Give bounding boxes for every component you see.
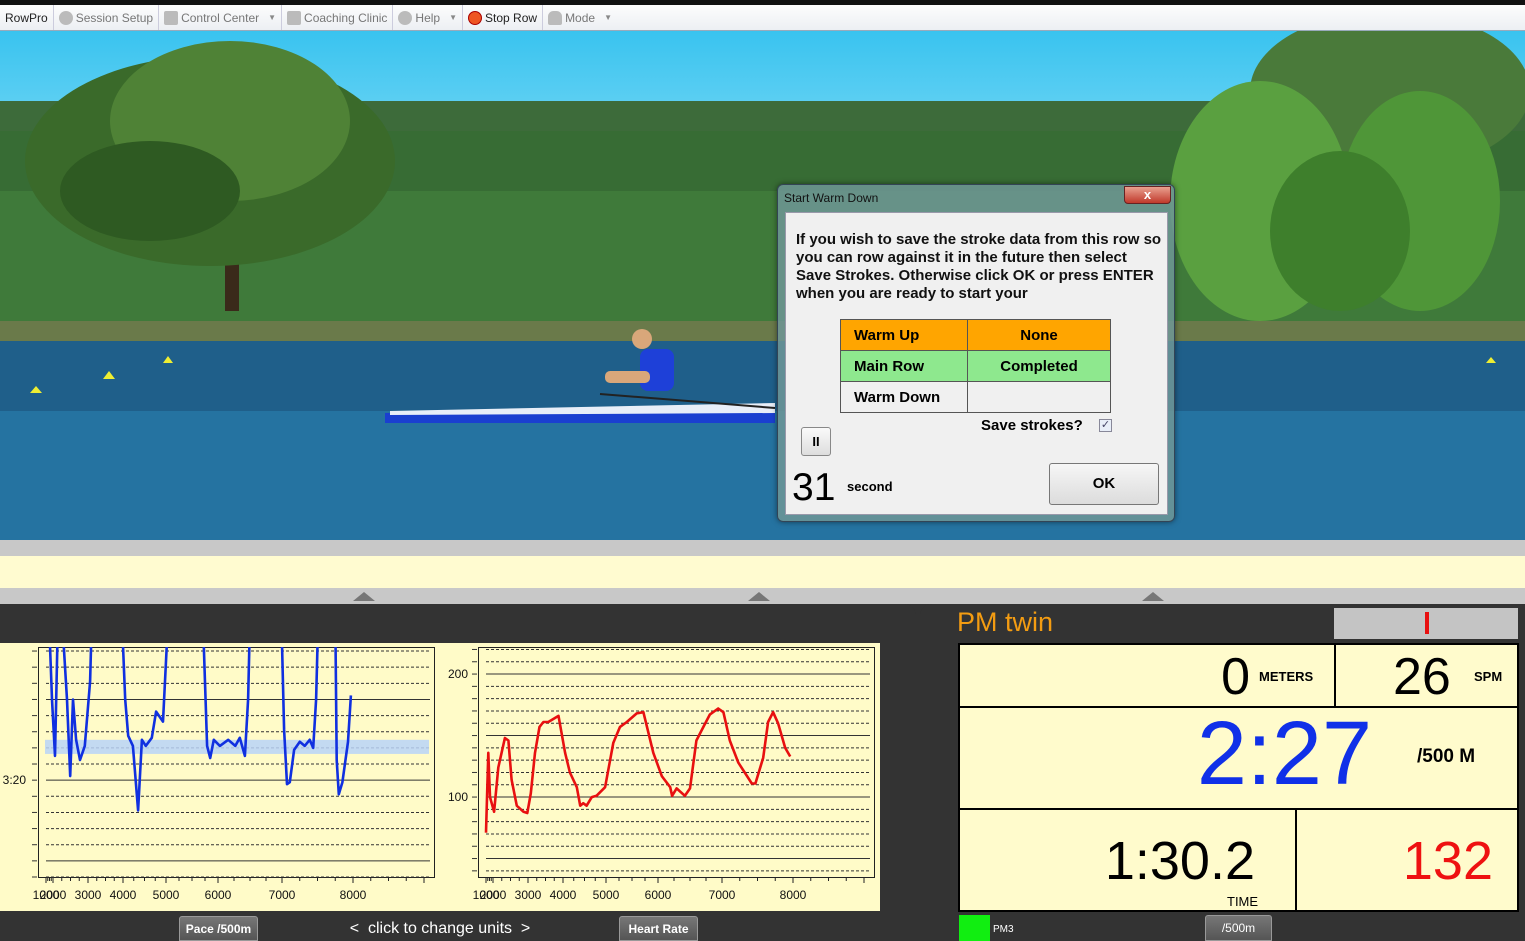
- dialog-body: If you wish to save the stroke data from…: [785, 212, 1168, 515]
- toolbar: RowPro Session Setup Control Center ▼ Coa…: [0, 5, 1525, 31]
- help-icon: [398, 10, 413, 25]
- message-strip: [0, 556, 1525, 588]
- time-cell: 1:30.2 TIME: [958, 808, 1297, 912]
- monitor-title: PM twin: [957, 607, 1054, 637]
- session-phase-table: Warm Up None Main Row Completed Warm Down: [840, 319, 1111, 413]
- start-warm-down-dialog: Start Warm Down x If you wish to save th…: [777, 184, 1175, 522]
- x-tick-label: 3000: [75, 888, 102, 902]
- rate-unit: SPM: [1474, 669, 1503, 684]
- pace-cell: 2:27 /500 M: [958, 704, 1519, 810]
- rowing-scene: [0, 31, 1525, 540]
- position-marker: [1425, 612, 1429, 634]
- chevron-down-icon: ▼: [449, 13, 458, 22]
- gear-icon: [58, 10, 73, 25]
- pace-unit: /500 M: [1417, 746, 1476, 767]
- water-reflection: [0, 411, 1525, 540]
- stop-row-button[interactable]: Stop Row: [463, 5, 544, 30]
- plot-frame: [478, 647, 875, 878]
- x-tick-label: 2000: [40, 888, 67, 902]
- app-name: RowPro: [0, 5, 54, 30]
- distance-cell: 0 METERS: [958, 643, 1336, 708]
- distance-value: 0: [1221, 648, 1250, 706]
- x-tick-label: 8000: [780, 888, 807, 902]
- phase-label: Warm Down: [840, 381, 968, 413]
- river-bank: [0, 321, 1525, 343]
- pace-value: 2:27: [1196, 704, 1372, 804]
- rate-cell: 26 SPM: [1334, 643, 1519, 708]
- coaching-icon: [287, 10, 302, 25]
- help-button[interactable]: Help ▼: [393, 5, 464, 30]
- x-tick-label: 7000: [269, 888, 296, 902]
- plot-frame: [38, 647, 435, 878]
- expand-arrow-icon[interactable]: [748, 592, 770, 601]
- x-tick-label: 4000: [550, 888, 577, 902]
- chevron-down-icon: ▼: [268, 13, 277, 22]
- phase-status: [967, 381, 1111, 413]
- heart-rate-series-line: [484, 707, 792, 833]
- chart-1: 20010010002000 3000 4000 5000 6000 7000 8000: [448, 647, 875, 902]
- pace-series-line: [48, 647, 353, 812]
- person-icon: [548, 10, 563, 25]
- connection-status-indicator: [959, 915, 990, 941]
- ok-button[interactable]: OK: [1049, 463, 1159, 505]
- time-value: 1:30.2: [1104, 831, 1255, 891]
- countdown-unit: second: [847, 479, 893, 494]
- mode-button[interactable]: Mode ▼: [543, 5, 617, 30]
- distance-unit: METERS: [1259, 669, 1314, 684]
- phase-status: Completed: [967, 350, 1111, 382]
- phase-label: Main Row: [840, 350, 968, 382]
- x-tick-label: 2000: [480, 888, 507, 902]
- rate-value: 26: [1393, 648, 1451, 706]
- x-tick-label: 3000: [515, 888, 542, 902]
- heart-rate-cell: 132: [1295, 808, 1519, 912]
- pace-units-button[interactable]: Pace /500m: [179, 916, 258, 941]
- y-tick-label: 3:20: [3, 773, 27, 787]
- heart-rate-button[interactable]: Heart Rate: [619, 916, 698, 941]
- x-tick-label: 6000: [205, 888, 232, 902]
- time-unit: TIME: [1227, 894, 1259, 909]
- divider-bar: [0, 540, 1525, 556]
- pause-button[interactable]: II: [801, 427, 831, 456]
- save-strokes-label: Save strokes?: [981, 417, 1083, 434]
- table-row: Warm Down: [840, 381, 1111, 413]
- expand-arrow-icon[interactable]: [353, 592, 375, 601]
- x-tick-label: 8000: [340, 888, 367, 902]
- phase-label: Warm Up: [840, 319, 968, 351]
- chevron-down-icon: ▼: [604, 13, 613, 22]
- change-units-link[interactable]: < click to change units >: [320, 920, 560, 938]
- save-strokes-checkbox[interactable]: ✓: [1099, 419, 1112, 432]
- x-tick-label: 4000: [110, 888, 137, 902]
- trees-right: [1170, 31, 1525, 321]
- table-row: Warm Up None: [840, 319, 1111, 351]
- close-button[interactable]: x: [1124, 186, 1171, 204]
- session-setup-button[interactable]: Session Setup: [54, 5, 160, 30]
- countdown-value: 31: [792, 466, 836, 509]
- dialog-title: Start Warm Down: [784, 191, 879, 205]
- position-indicator: [1334, 608, 1518, 639]
- y-tick-label: 200: [448, 667, 468, 681]
- y-tick-label: 100: [448, 790, 468, 804]
- device-label: PM3: [993, 924, 1014, 935]
- control-center-icon: [164, 10, 179, 25]
- charts-svg: 3:2010002000 3000 4000 5000 6000 7000 80002001…: [3, 647, 875, 902]
- table-row: Main Row Completed: [840, 350, 1111, 382]
- x-tick-label: 7000: [709, 888, 736, 902]
- dialog-message: If you wish to save the stroke data from…: [796, 231, 1162, 302]
- monitor-units-button[interactable]: /500m: [1205, 915, 1272, 941]
- scene-graphic: [0, 31, 1525, 540]
- x-tick-label: 5000: [593, 888, 620, 902]
- chart-0: 3:2010002000 3000 4000 5000 6000 7000 8000: [3, 647, 435, 902]
- phase-status: None: [967, 319, 1111, 351]
- expand-arrow-icon[interactable]: [1142, 592, 1164, 601]
- x-tick-label: 5000: [153, 888, 180, 902]
- heart-rate-value: 132: [1402, 831, 1493, 891]
- stop-icon: [468, 10, 483, 25]
- x-tick-label: 6000: [645, 888, 672, 902]
- control-center-button[interactable]: Control Center ▼: [159, 5, 283, 30]
- coaching-clinic-button[interactable]: Coaching Clinic: [282, 5, 394, 30]
